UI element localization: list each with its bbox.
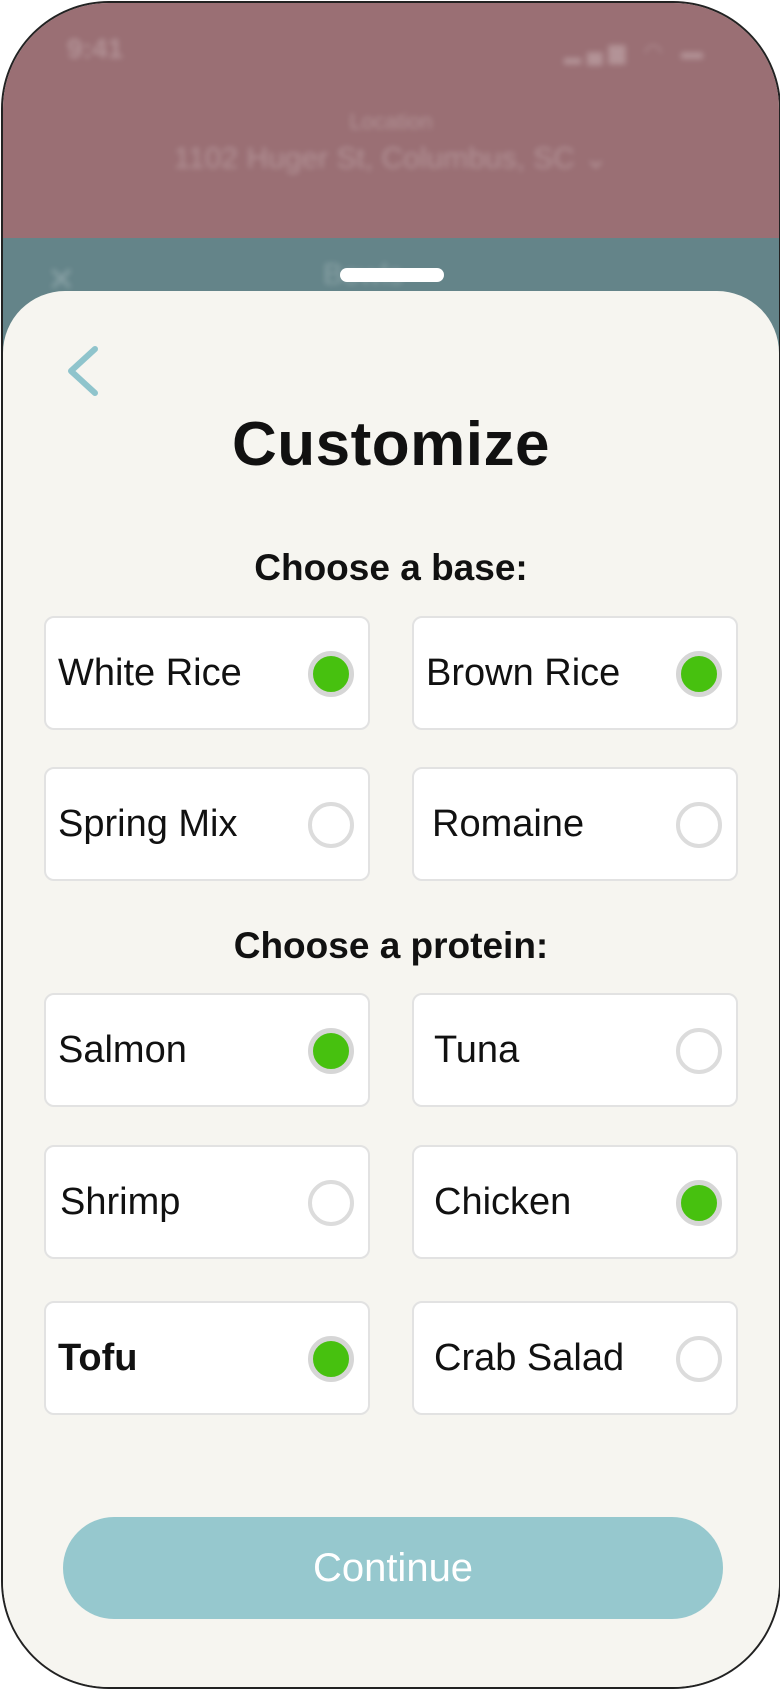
radio-unselected-icon[interactable] (676, 1028, 722, 1074)
base-option-white-rice[interactable]: White Rice (44, 616, 370, 730)
status-time: 9:41 (67, 33, 124, 64)
protein-option-chicken[interactable]: Chicken (412, 1145, 738, 1259)
base-option-spring-mix[interactable]: Spring Mix (44, 767, 370, 881)
radio-selected-icon[interactable] (308, 1028, 354, 1074)
option-label: Chicken (434, 1181, 572, 1223)
option-label: Tofu (58, 1337, 138, 1379)
radio-unselected-icon[interactable] (308, 1180, 354, 1226)
customize-sheet (3, 291, 779, 1687)
option-label: White Rice (58, 652, 242, 694)
protein-section-title: Choose a protein: (233, 925, 549, 966)
base-section-title: Choose a base: (254, 547, 528, 588)
base-option-brown-rice[interactable]: Brown Rice (412, 616, 738, 730)
protein-option-tuna[interactable]: Tuna (412, 993, 738, 1107)
radio-selected-icon[interactable] (676, 1180, 722, 1226)
protein-option-shrimp[interactable]: Shrimp (44, 1145, 370, 1259)
status-icons: ▂▄▆ ◠ ▬ (564, 39, 709, 64)
page-title: Customize (232, 410, 550, 479)
background-header: 9:41 ▂▄▆ ◠ ▬ Location 1102 Huger St, Col… (3, 3, 779, 238)
radio-selected-icon[interactable] (676, 651, 722, 697)
back-button[interactable] (61, 343, 109, 399)
protein-option-tofu[interactable]: Tofu (44, 1301, 370, 1415)
phone-frame: 9:41 ▂▄▆ ◠ ▬ Location 1102 Huger St, Col… (1, 1, 780, 1689)
radio-selected-icon[interactable] (308, 1336, 354, 1382)
location-value: 1102 Huger St, Columbus, SC ⌄ (173, 142, 609, 175)
protein-option-crab-salad[interactable]: Crab Salad (412, 1301, 738, 1415)
sheet-grabber-handle[interactable] (340, 268, 444, 282)
radio-unselected-icon[interactable] (308, 802, 354, 848)
base-option-romaine[interactable]: Romaine (412, 767, 738, 881)
protein-option-salmon[interactable]: Salmon (44, 993, 370, 1107)
radio-unselected-icon[interactable] (676, 1336, 722, 1382)
option-label: Spring Mix (58, 803, 238, 845)
option-label: Brown Rice (426, 652, 621, 694)
continue-button[interactable]: Continue (63, 1517, 723, 1619)
option-label: Tuna (434, 1029, 520, 1071)
chevron-left-icon (68, 346, 98, 396)
radio-selected-icon[interactable] (308, 651, 354, 697)
option-label: Crab Salad (434, 1337, 625, 1379)
radio-unselected-icon[interactable] (676, 802, 722, 848)
option-label: Salmon (58, 1029, 187, 1071)
location-label: Location (349, 109, 433, 134)
option-label: Shrimp (60, 1181, 181, 1223)
option-label: Romaine (432, 803, 585, 845)
